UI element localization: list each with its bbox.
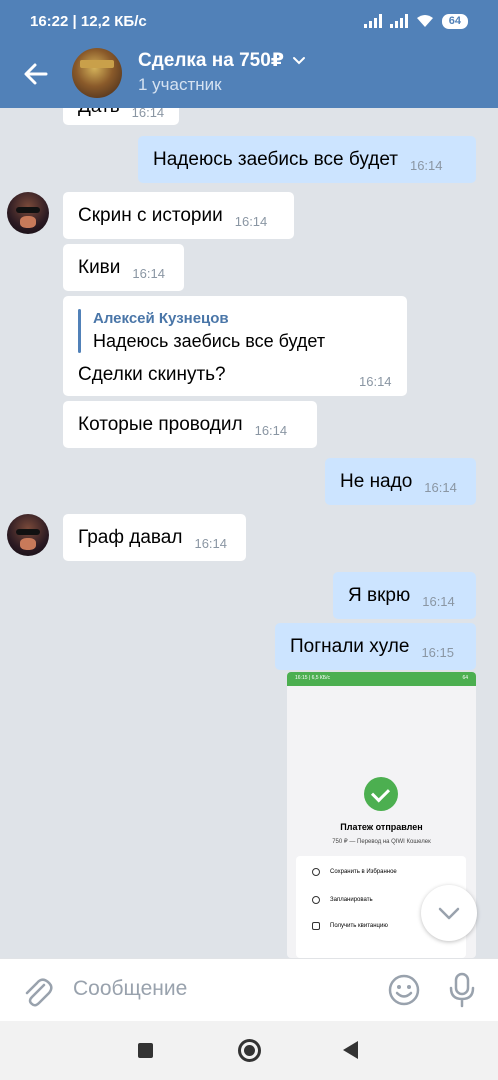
message-time: 16:14 [194,536,228,551]
chevron-down-icon [438,907,460,919]
back-arrow-icon[interactable] [20,58,52,90]
signal-icon-2 [389,14,408,28]
message-time: 16:14 [254,423,288,438]
message-text: Сделки скинуть? [78,364,226,385]
message-incoming-reply[interactable]: Алексей Кузнецов Надеюсь заебись все буд… [63,296,407,396]
wifi-icon [416,15,433,27]
receipt-icon [312,922,320,930]
message-outgoing[interactable]: Надеюсь заебись все будет 16:14 [138,136,476,183]
message-incoming[interactable]: Скрин с истории 16:14 [63,192,294,239]
reply-quoted-text: Надеюсь заебись все будет [93,331,326,351]
message-text: Дать [78,108,120,118]
status-bar: 16:22 | 12,2 КБ/с 64 [0,0,498,42]
sender-avatar[interactable] [7,514,49,556]
chat-title[interactable]: Сделка на 750₽ [138,49,306,72]
home-icon[interactable] [238,1039,261,1062]
chat-title-text: Сделка на 750₽ [138,50,285,71]
message-time: 16:14 [424,480,457,495]
message-text: Киви [78,256,121,278]
message-input[interactable]: Сообщение [73,977,187,1001]
compose-bar: Сообщение [0,958,498,1021]
attachment-action: Сохранить в Избранное [312,868,397,876]
signal-icon [363,14,382,28]
message-time: 16:14 [132,266,165,281]
system-nav-bar [0,1021,498,1080]
message-text: Не надо [340,470,413,492]
message-time: 16:14 [422,594,455,609]
back-icon[interactable] [343,1041,358,1059]
emoji-icon[interactable] [388,974,420,1006]
message-time: 16:14 [409,158,443,173]
attachment-status-bar: 16:15 | 6,5 КБ/с 64 [287,672,476,686]
message-time: 16:14 [131,108,165,120]
chevron-down-icon [293,57,306,65]
message-incoming[interactable]: Киви 16:14 [63,244,184,291]
chat-header: 16:22 | 12,2 КБ/с 64 Сделка на 750₽ 1 уч… [0,0,498,108]
microphone-icon[interactable] [448,972,476,1008]
clock-icon [312,896,320,904]
attachment-status-battery: 64 [462,675,468,681]
reply-author[interactable]: Алексей Кузнецов [93,310,229,327]
scroll-down-button[interactable] [421,885,477,941]
chat-subtitle: 1 участник [138,75,222,94]
attachment-action-label: Получить квитанцию [330,923,388,929]
attachment-action: Запланировать [312,896,373,904]
message-outgoing[interactable]: Погнали хуле 16:15 [275,623,476,670]
paperclip-icon[interactable] [20,973,54,1009]
star-icon [312,868,320,876]
message-text: Я вкрю [348,584,411,606]
status-time-speed: 16:22 | 12,2 КБ/с [30,12,147,30]
attachment-status-time: 16:15 | 6,5 КБ/с [295,675,331,681]
message-text: Которые проводил [78,413,243,435]
message-list[interactable]: Дать 16:14 Надеюсь заебись все будет 16:… [0,108,498,958]
sender-avatar[interactable] [7,192,49,234]
message-text: Погнали хуле [290,635,410,657]
message-time: 16:14 [359,374,392,389]
message-incoming[interactable]: Дать 16:14 [63,108,180,125]
message-incoming[interactable]: Граф давал 16:14 [63,514,246,561]
attachment-subtitle: 750 ₽ — Перевод на QIWI Кошелек [332,839,431,845]
message-text: Граф давал [78,526,183,548]
chat-avatar[interactable] [72,48,122,98]
attachment-action-label: Запланировать [330,897,373,903]
message-text: Скрин с истории [78,204,223,226]
message-text: Надеюсь заебись все будет [153,148,398,170]
attachment-title: Платеж отправлен [340,822,423,832]
status-icons: 64 [363,13,468,29]
attachment-action: Получить квитанцию [312,922,388,930]
message-outgoing[interactable]: Я вкрю 16:14 [333,572,476,619]
success-check-icon [364,777,398,811]
toolbar: Сделка на 750₽ 1 участник [0,42,498,108]
recent-apps-icon[interactable] [138,1043,153,1058]
message-incoming[interactable]: Которые проводил 16:14 [63,401,317,448]
message-outgoing[interactable]: Не надо 16:14 [325,458,476,505]
attachment-action-label: Сохранить в Избранное [330,869,397,875]
message-time: 16:14 [234,214,268,229]
reply-quote-bar [78,309,81,353]
message-time: 16:15 [421,645,454,660]
battery-icon: 64 [441,13,468,29]
